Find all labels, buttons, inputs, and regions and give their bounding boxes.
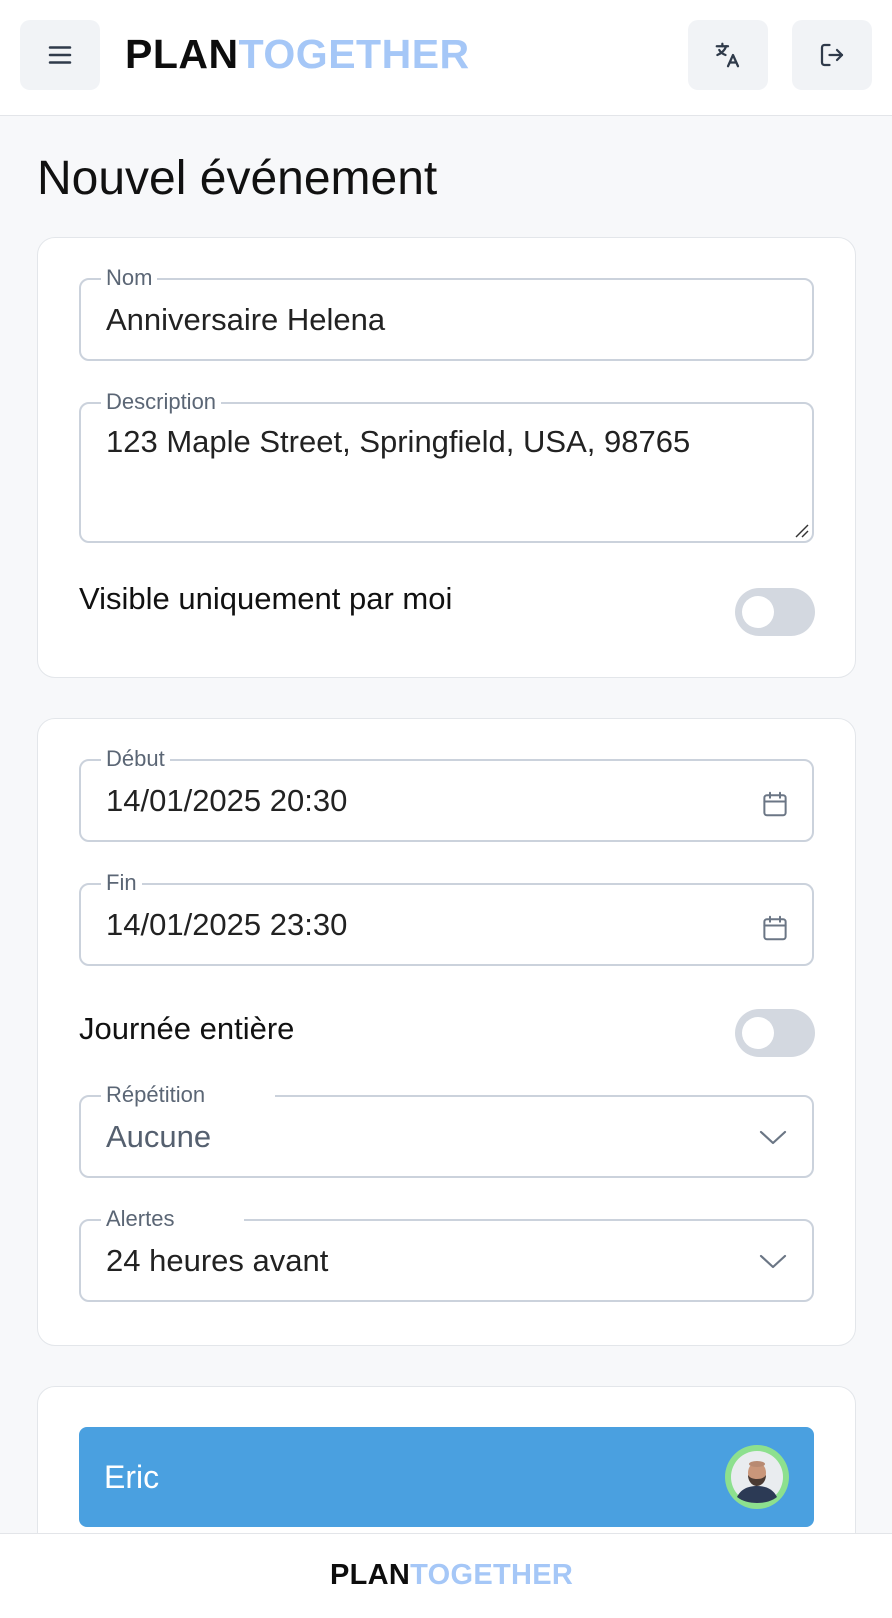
language-button[interactable] bbox=[688, 20, 768, 90]
private-toggle-label: Visible uniquement par moi bbox=[79, 581, 453, 616]
translate-icon bbox=[715, 42, 740, 68]
avatar bbox=[725, 1445, 789, 1509]
chevron-down-icon bbox=[759, 1130, 787, 1145]
logo-part-together: TOGETHER bbox=[238, 31, 470, 77]
calendar-icon[interactable] bbox=[760, 788, 790, 820]
name-input[interactable]: Anniversaire Helena bbox=[106, 300, 385, 340]
alerts-select[interactable]: Alertes 24 heures avant bbox=[79, 1204, 814, 1302]
start-label: Début bbox=[101, 744, 170, 774]
toggle-knob bbox=[742, 596, 774, 628]
end-input[interactable]: 14/01/2025 23:30 bbox=[106, 905, 347, 945]
participant-name: Eric bbox=[104, 1459, 160, 1495]
description-textarea[interactable]: 123 Maple Street, Springfield, USA, 9876… bbox=[106, 422, 690, 462]
resize-handle-icon[interactable] bbox=[793, 522, 809, 538]
participant-item[interactable]: Eric bbox=[79, 1427, 814, 1527]
alerts-label: Alertes bbox=[101, 1204, 245, 1234]
user-avatar-icon bbox=[731, 1451, 783, 1503]
all-day-toggle[interactable] bbox=[735, 1009, 815, 1057]
footer-logo-part-together: TOGETHER bbox=[410, 1559, 574, 1591]
event-details-card: Nom Anniversaire Helena Description 123 … bbox=[37, 237, 856, 678]
app-header: PLANTOGETHER bbox=[0, 0, 892, 116]
app-footer: PLANTOGETHER bbox=[0, 1533, 892, 1618]
repeat-value: Aucune bbox=[106, 1119, 212, 1154]
logo-part-plan: PLAN bbox=[125, 31, 239, 77]
end-label: Fin bbox=[101, 868, 142, 898]
description-field[interactable]: Description 123 Maple Street, Springfiel… bbox=[79, 387, 814, 543]
toggle-knob bbox=[742, 1017, 774, 1049]
start-field[interactable]: Début 14/01/2025 20:30 bbox=[79, 744, 814, 842]
menu-button[interactable] bbox=[20, 20, 100, 90]
start-input[interactable]: 14/01/2025 20:30 bbox=[106, 781, 347, 821]
footer-logo: PLANTOGETHER bbox=[330, 1557, 573, 1593]
alerts-value: 24 heures avant bbox=[106, 1243, 329, 1278]
event-schedule-card: Début 14/01/2025 20:30 Fin 14/01/2025 23… bbox=[37, 718, 856, 1346]
description-label: Description bbox=[101, 387, 222, 417]
app-logo[interactable]: PLANTOGETHER bbox=[125, 30, 470, 78]
repeat-select[interactable]: Répétition Aucune bbox=[79, 1080, 814, 1178]
chevron-down-icon bbox=[759, 1254, 787, 1269]
name-field[interactable]: Nom Anniversaire Helena bbox=[79, 263, 814, 361]
logout-icon bbox=[820, 43, 844, 67]
end-field[interactable]: Fin 14/01/2025 23:30 bbox=[79, 868, 814, 966]
footer-logo-part-plan: PLAN bbox=[330, 1559, 411, 1591]
repeat-label: Répétition bbox=[101, 1080, 276, 1110]
name-label: Nom bbox=[101, 263, 158, 293]
calendar-icon[interactable] bbox=[760, 912, 790, 944]
hamburger-menu-icon bbox=[48, 46, 72, 64]
page-title: Nouvel événement bbox=[37, 152, 438, 205]
private-toggle[interactable] bbox=[735, 588, 815, 636]
logout-button[interactable] bbox=[792, 20, 872, 90]
all-day-toggle-label: Journée entière bbox=[79, 1011, 295, 1046]
